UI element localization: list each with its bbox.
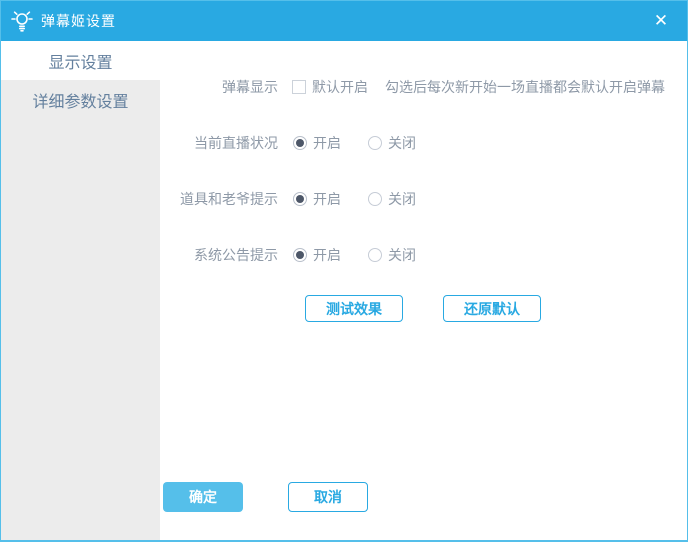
setting-row-gift-tips: 道具和老爷提示 开启 关闭: [160, 189, 687, 209]
gift-tips-off-label[interactable]: 关闭: [388, 189, 416, 209]
setting-row-danmaku-display: 弹幕显示 默认开启 勾选后每次新开始一场直播都会默认开启弹幕: [160, 77, 687, 97]
sidebar-item-detail-settings[interactable]: 详细参数设置: [1, 80, 160, 119]
titlebar: 弹幕姬设置 ✕: [1, 1, 687, 41]
close-icon[interactable]: ✕: [649, 9, 673, 33]
cancel-button[interactable]: 取消: [288, 482, 368, 512]
action-button-row: 测试效果 还原默认: [305, 295, 687, 322]
settings-window: 弹幕姬设置 ✕ 显示设置 详细参数设置 弹幕显示 默认开启 勾选后每次新开始一场…: [0, 0, 688, 542]
sidebar: 显示设置 详细参数设置: [1, 41, 160, 540]
sidebar-item-label: 显示设置: [48, 52, 113, 72]
sidebar-item-label: 详细参数设置: [32, 91, 129, 111]
announcement-on-radio[interactable]: [293, 248, 307, 262]
announcement-on-label[interactable]: 开启: [313, 245, 341, 265]
default-on-checkbox-label[interactable]: 默认开启: [312, 77, 368, 97]
gift-tips-on-radio[interactable]: [293, 192, 307, 206]
setting-row-live-status: 当前直播状况 开启 关闭: [160, 133, 687, 153]
sidebar-item-display-settings[interactable]: 显示设置: [1, 41, 160, 80]
setting-label: 道具和老爷提示: [180, 192, 278, 208]
live-status-on-radio[interactable]: [293, 136, 307, 150]
setting-row-system-announcement: 系统公告提示 开启 关闭: [160, 245, 687, 265]
test-effect-button[interactable]: 测试效果: [305, 295, 403, 322]
lightbulb-icon: [9, 8, 35, 34]
setting-label: 弹幕显示: [222, 80, 278, 96]
announcement-off-radio[interactable]: [368, 248, 382, 262]
default-on-checkbox[interactable]: [292, 80, 306, 94]
gift-tips-off-radio[interactable]: [368, 192, 382, 206]
restore-default-button[interactable]: 还原默认: [443, 295, 541, 322]
window-title: 弹幕姬设置: [41, 14, 116, 30]
setting-label: 当前直播状况: [194, 136, 278, 152]
gift-tips-on-label[interactable]: 开启: [313, 189, 341, 209]
footer-button-row: 确定 取消: [163, 482, 368, 512]
live-status-on-label[interactable]: 开启: [313, 133, 341, 153]
window-body: 显示设置 详细参数设置 弹幕显示 默认开启 勾选后每次新开始一场直播都会默认开启…: [1, 41, 687, 540]
checkbox-hint-text: 勾选后每次新开始一场直播都会默认开启弹幕: [385, 80, 665, 96]
live-status-off-radio[interactable]: [368, 136, 382, 150]
setting-label: 系统公告提示: [194, 248, 278, 264]
ok-button[interactable]: 确定: [163, 482, 243, 512]
settings-panel: 弹幕显示 默认开启 勾选后每次新开始一场直播都会默认开启弹幕 当前直播状况 开启…: [160, 41, 687, 540]
announcement-off-label[interactable]: 关闭: [388, 245, 416, 265]
live-status-off-label[interactable]: 关闭: [388, 133, 416, 153]
